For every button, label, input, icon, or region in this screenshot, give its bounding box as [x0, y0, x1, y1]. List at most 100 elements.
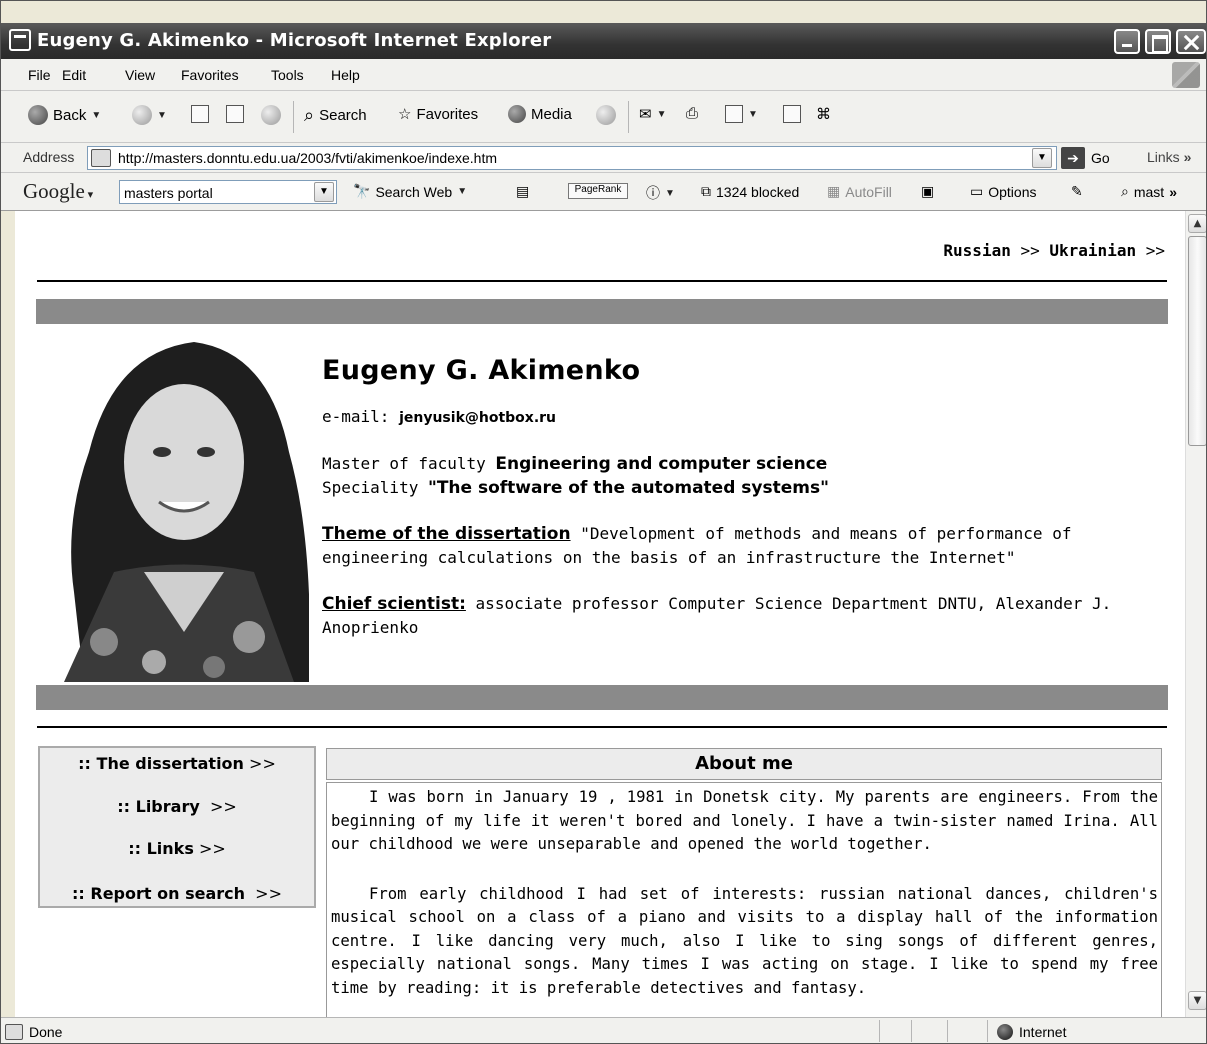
master-label: Master of faculty — [322, 454, 486, 473]
scroll-thumb[interactable] — [1188, 236, 1206, 446]
scroll-down-button[interactable]: ▼ — [1188, 991, 1206, 1010]
chevron-down-icon: ▼ — [656, 108, 667, 120]
go-button[interactable]: ➔ Go — [1061, 147, 1110, 169]
ie-app-icon — [9, 29, 31, 51]
bottom-gray-band — [36, 685, 1168, 710]
forward-button[interactable]: ▼ — [132, 105, 167, 125]
options-button[interactable]: ▭ Options — [970, 183, 1036, 200]
stop-icon — [191, 105, 209, 123]
edit-icon — [725, 105, 743, 123]
discuss-icon — [783, 105, 801, 123]
nav-dissertation[interactable]: :: The dissertation >> — [40, 754, 314, 773]
discuss-button[interactable] — [783, 105, 801, 123]
printer-icon: ⎙ — [686, 105, 699, 122]
back-arrow-icon — [28, 105, 48, 125]
menu-help[interactable]: Help — [331, 67, 360, 83]
address-bar: Address http://masters.donntu.edu.ua/200… — [1, 143, 1206, 173]
about-me-text: I was born in January 19 , 1981 in Donet… — [326, 782, 1162, 1017]
print-button[interactable]: ⎙ — [686, 105, 698, 122]
top-divider — [37, 280, 1167, 282]
address-dropdown-button[interactable]: ▼ — [1032, 148, 1052, 168]
search-web-button[interactable]: 🔭 Search Web ▼ — [353, 183, 467, 200]
menu-favorites[interactable]: Favorites — [181, 67, 239, 83]
go-arrow-icon: ➔ — [1061, 147, 1085, 169]
address-url: http://masters.donntu.edu.ua/2003/fvti/a… — [118, 150, 498, 166]
info-button[interactable]: ⓘ ▼ — [646, 183, 675, 203]
google-toolbar: Google ▾ masters portal ▼ 🔭 Search Web ▼… — [1, 173, 1206, 211]
media-button[interactable]: Media — [508, 105, 572, 123]
profile-photo — [44, 342, 309, 682]
google-search-dropdown[interactable]: ▼ — [314, 182, 334, 202]
popup-blocker[interactable]: ⧉ 1324 blocked — [701, 183, 799, 200]
news-icon: ▤ — [516, 183, 530, 199]
windows-logo-icon — [1172, 62, 1200, 88]
status-text: Done — [29, 1024, 63, 1040]
email-label: e-mail: — [322, 407, 390, 426]
status-cell — [947, 1020, 948, 1042]
vertical-scrollbar[interactable]: ▲ ▼ — [1185, 211, 1206, 1017]
more-chevron-icon[interactable]: » — [1169, 184, 1177, 200]
ukrainian-link[interactable]: Ukrainian — [1049, 241, 1136, 260]
research-button[interactable]: ⌘ — [816, 105, 831, 123]
news-button[interactable]: ▤ — [516, 183, 529, 200]
security-zone: Internet — [997, 1024, 1066, 1040]
status-cell — [987, 1020, 988, 1042]
chief-scientist-link[interactable]: Chief scientist: — [322, 594, 466, 614]
autofill-button[interactable]: ▦ AutoFill — [827, 183, 892, 200]
maximize-button[interactable] — [1145, 29, 1171, 54]
status-cell — [879, 1020, 880, 1042]
blogger-button[interactable]: ▣ — [921, 183, 934, 200]
pagerank-indicator: PageRank — [568, 183, 628, 199]
language-links: Russian >> Ukrainian >> — [943, 241, 1165, 260]
nav-links[interactable]: :: Links >> — [40, 839, 314, 858]
menu-edit[interactable]: Edit — [62, 67, 86, 83]
globe-icon — [997, 1024, 1013, 1040]
highlighter-icon: ✎ — [1071, 183, 1083, 199]
speciality-value: "The software of the automated systems" — [427, 478, 829, 498]
home-icon — [261, 105, 281, 125]
address-input[interactable]: http://masters.donntu.edu.ua/2003/fvti/a… — [87, 146, 1057, 170]
scroll-up-button[interactable]: ▲ — [1188, 214, 1206, 233]
chevron-down-icon: ▼ — [748, 108, 758, 120]
profile-info: Eugeny G. Akimenko e-mail: jenyusik@hotb… — [322, 357, 1162, 662]
stop-button[interactable] — [191, 105, 209, 123]
nav-report-on-search[interactable]: :: Report on search >> — [40, 884, 314, 903]
navigation-menu: :: The dissertation >> :: Library >> :: … — [38, 746, 316, 908]
chevron-down-icon: ▼ — [91, 109, 102, 121]
toolbar-separator — [628, 101, 629, 133]
favorites-button[interactable]: ☆ Favorites — [398, 105, 478, 124]
binoculars-icon: 🔭 — [353, 183, 371, 199]
window-title: Eugeny G. Akimenko - Microsoft Internet … — [37, 30, 552, 51]
google-logo[interactable]: Google ▾ — [23, 179, 93, 204]
star-icon: ☆ — [398, 106, 412, 123]
info-icon: ⓘ — [646, 185, 660, 201]
menu-tools[interactable]: Tools — [271, 67, 304, 83]
top-gray-band — [36, 299, 1168, 324]
back-button[interactable]: Back ▼ — [28, 105, 101, 125]
toolbar-separator — [293, 101, 294, 133]
mail-button[interactable]: ✉ ▼ — [639, 105, 666, 123]
home-button[interactable] — [261, 105, 281, 125]
links-button[interactable]: Links » — [1147, 149, 1191, 165]
menu-view[interactable]: View — [125, 67, 155, 83]
mail-icon: ✉ — [639, 106, 652, 123]
dissertation-theme-link[interactable]: Theme of the dissertation — [322, 524, 571, 544]
history-button[interactable] — [596, 105, 616, 125]
edit-button[interactable]: ▼ — [725, 105, 758, 123]
browser-window: Eugeny G. Akimenko - Microsoft Internet … — [0, 0, 1207, 1044]
highlight-button[interactable]: ✎ — [1071, 183, 1083, 200]
menu-file[interactable]: File — [28, 67, 51, 83]
close-button[interactable] — [1176, 29, 1206, 54]
russian-link[interactable]: Russian — [943, 241, 1010, 260]
blogger-icon: ▣ — [921, 183, 935, 199]
minimize-button[interactable] — [1114, 29, 1140, 54]
email-link[interactable]: jenyusik@hotbox.ru — [399, 410, 556, 426]
google-search-input[interactable]: masters portal ▼ — [119, 180, 337, 204]
search-button[interactable]: ⌕ Search — [304, 105, 367, 126]
page-icon — [91, 149, 111, 167]
word-find-button[interactable]: ⌕ mast » — [1121, 183, 1177, 200]
about-me-heading: About me — [326, 748, 1162, 780]
status-cell — [911, 1020, 912, 1042]
refresh-button[interactable] — [226, 105, 244, 123]
nav-library[interactable]: :: Library >> — [40, 797, 314, 816]
